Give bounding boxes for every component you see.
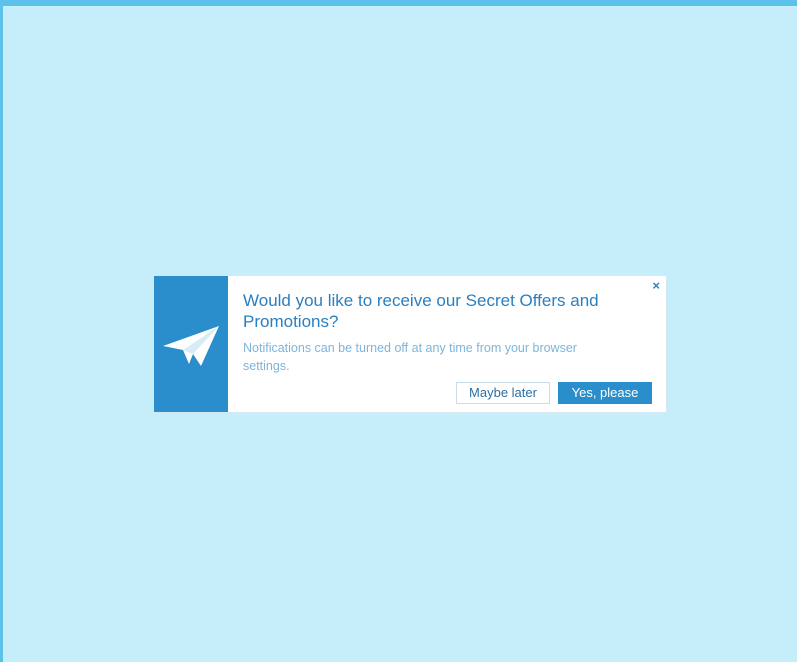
paper-plane-icon (163, 326, 219, 366)
icon-panel (154, 276, 228, 412)
notification-permission-popup: × Would you like to receive our Secret O… (154, 276, 666, 412)
maybe-later-button[interactable]: Maybe later (456, 382, 550, 404)
popup-description: Notifications can be turned off at any t… (243, 341, 577, 373)
page-background: × Would you like to receive our Secret O… (0, 0, 797, 662)
popup-title: Would you like to receive our Secret Off… (243, 291, 599, 331)
yes-please-button[interactable]: Yes, please (558, 382, 652, 404)
close-icon[interactable]: × (652, 279, 660, 292)
